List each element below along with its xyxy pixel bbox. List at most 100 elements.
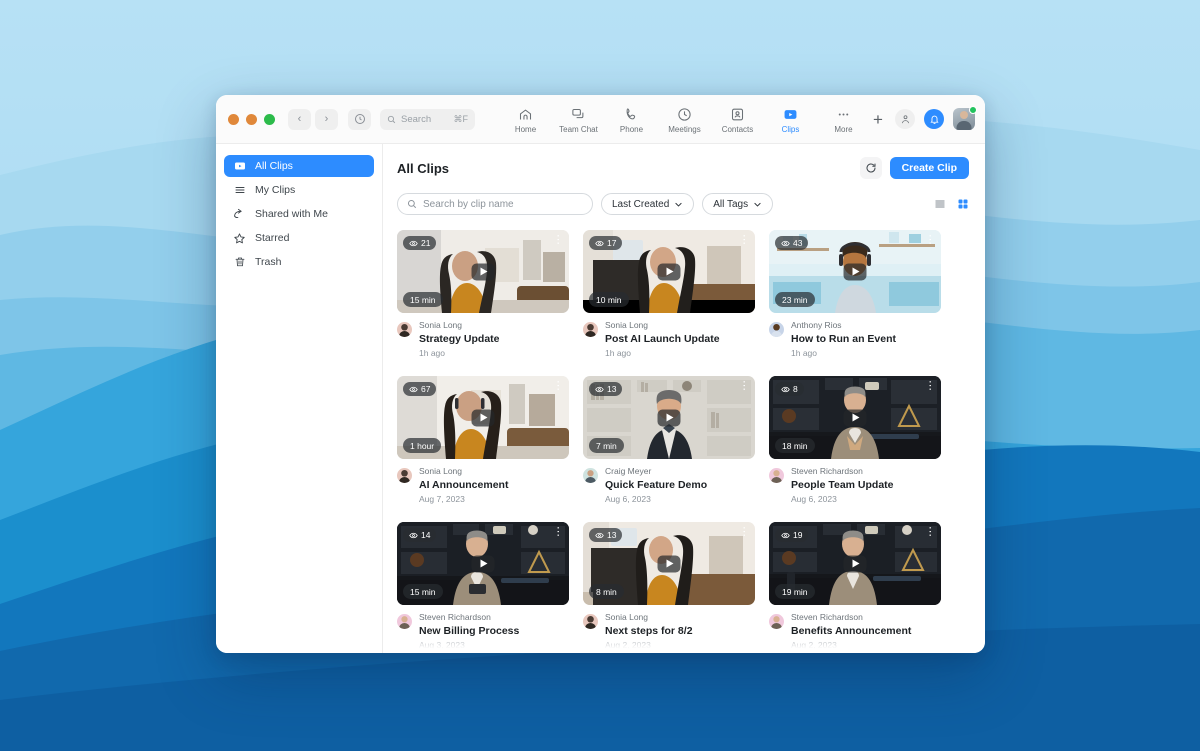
tab-clips[interactable]: Clips <box>764 105 817 134</box>
clip-title[interactable]: Post AI Launch Update <box>605 332 720 346</box>
clip-title[interactable]: Strategy Update <box>419 332 500 346</box>
author-avatar <box>583 322 598 337</box>
clip-card[interactable]: 17 10 min ⋯ Sonia Long Post AI Launch Up… <box>583 230 755 359</box>
list-view-toggle[interactable] <box>934 198 946 210</box>
tab-team-chat[interactable]: Team Chat <box>552 105 605 134</box>
play-button[interactable] <box>658 263 681 280</box>
clip-title[interactable]: Next steps for 8/2 <box>605 624 693 638</box>
clip-menu-button[interactable]: ⋯ <box>739 380 749 391</box>
sort-dropdown[interactable]: Last Created <box>601 193 694 215</box>
clip-menu-button[interactable]: ⋯ <box>925 380 935 391</box>
tab-phone[interactable]: Phone <box>605 105 658 134</box>
play-button[interactable] <box>472 555 495 572</box>
main-nav-tabs[interactable]: Home Team Chat Phone <box>499 105 870 134</box>
sidebar-item-my-clips[interactable]: My Clips <box>224 179 374 201</box>
clip-menu-button[interactable]: ⋯ <box>925 526 935 537</box>
create-clip-button[interactable]: Create Clip <box>890 157 969 179</box>
play-button[interactable] <box>658 409 681 426</box>
add-button[interactable]: + <box>870 111 886 128</box>
clip-menu-button[interactable]: ⋯ <box>553 380 563 391</box>
tab-more[interactable]: More <box>817 105 870 134</box>
tab-meetings-label: Meetings <box>668 125 700 134</box>
clip-title[interactable]: AI Announcement <box>419 478 508 492</box>
play-button[interactable] <box>844 555 867 572</box>
clip-author: Craig Meyer <box>605 466 707 477</box>
duration-badge: 1 hour <box>403 438 441 453</box>
sidebar-item-shared-with-me[interactable]: Shared with Me <box>224 203 374 225</box>
clip-thumbnail[interactable]: 67 1 hour ⋯ <box>397 376 569 459</box>
duration-badge: 10 min <box>589 292 629 307</box>
author-avatar <box>769 468 784 483</box>
clip-card[interactable]: 13 8 min ⋯ Sonia Long Next steps for 8/2 <box>583 522 755 651</box>
clip-card[interactable]: 67 1 hour ⋯ Sonia Long AI Announcement <box>397 376 569 505</box>
sidebar-item-all-clips[interactable]: All Clips <box>224 155 374 177</box>
clip-meta: Sonia Long AI Announcement Aug 7, 2023 <box>397 466 569 505</box>
clip-thumbnail[interactable]: 43 23 min ⋯ <box>769 230 941 313</box>
grid-view-toggle[interactable] <box>957 198 969 210</box>
clip-meta: Craig Meyer Quick Feature Demo Aug 6, 20… <box>583 466 755 505</box>
ai-companion-button[interactable] <box>895 109 915 129</box>
close-window-button[interactable] <box>228 114 239 125</box>
clip-menu-button[interactable]: ⋯ <box>739 526 749 537</box>
search-shortcut: ⌘F <box>453 114 468 125</box>
play-triangle-icon <box>481 268 488 276</box>
tags-dropdown[interactable]: All Tags <box>702 193 773 215</box>
play-button[interactable] <box>844 263 867 280</box>
clip-date: 1h ago <box>605 347 720 359</box>
maximize-window-button[interactable] <box>264 114 275 125</box>
clip-thumbnail[interactable]: 13 8 min ⋯ <box>583 522 755 605</box>
view-count-badge: 14 <box>403 528 436 542</box>
clip-menu-button[interactable]: ⋯ <box>739 234 749 245</box>
sort-dropdown-label: Last Created <box>612 199 669 210</box>
play-button[interactable] <box>472 409 495 426</box>
clip-thumbnail[interactable]: 13 7 min ⋯ <box>583 376 755 459</box>
clip-card[interactable]: 13 7 min ⋯ Craig Meyer Quick Feature Dem… <box>583 376 755 505</box>
clip-menu-button[interactable]: ⋯ <box>925 234 935 245</box>
clip-card[interactable]: 21 15 min ⋯ Sonia Long <box>397 230 569 359</box>
app-body: All Clips My Clips Shared with Me <box>216 144 985 653</box>
tab-home[interactable]: Home <box>499 105 552 134</box>
clip-card[interactable]: 14 15 min ⋯ Steven Richardson New Billin… <box>397 522 569 651</box>
play-button[interactable] <box>844 409 867 426</box>
clip-card[interactable]: 8 18 min ⋯ Steven Richardson People Team… <box>769 376 941 505</box>
clip-search-input[interactable]: Search by clip name <box>397 193 593 215</box>
clip-author: Sonia Long <box>605 612 693 623</box>
play-button[interactable] <box>472 263 495 280</box>
forward-button[interactable]: › <box>315 109 338 130</box>
back-button[interactable]: ‹ <box>288 109 311 130</box>
clip-date: 1h ago <box>419 347 500 359</box>
user-avatar[interactable] <box>953 108 975 130</box>
history-button[interactable] <box>348 109 371 130</box>
clip-menu-button[interactable]: ⋯ <box>553 234 563 245</box>
tab-contacts[interactable]: Contacts <box>711 105 764 134</box>
view-count-badge: 17 <box>589 236 622 250</box>
tab-clips-label: Clips <box>782 125 800 134</box>
clip-thumbnail[interactable]: 14 15 min ⋯ <box>397 522 569 605</box>
notifications-button[interactable] <box>924 109 944 129</box>
sidebar-item-trash[interactable]: Trash <box>224 251 374 273</box>
clip-card[interactable]: 43 23 min ⋯ Anthony Rios How to Run an E… <box>769 230 941 359</box>
clip-title[interactable]: Benefits Announcement <box>791 624 911 638</box>
clip-card[interactable]: 19 19 min ⋯ Steven Richardson Benefits A… <box>769 522 941 651</box>
clip-thumbnail[interactable]: 17 10 min ⋯ <box>583 230 755 313</box>
play-button[interactable] <box>658 555 681 572</box>
clip-title[interactable]: People Team Update <box>791 478 894 492</box>
clip-title[interactable]: How to Run an Event <box>791 332 896 346</box>
clip-thumbnail[interactable]: 8 18 min ⋯ <box>769 376 941 459</box>
sidebar-item-starred[interactable]: Starred <box>224 227 374 249</box>
eye-icon <box>781 239 790 248</box>
clip-thumbnail[interactable]: 19 19 min ⋯ <box>769 522 941 605</box>
tab-meetings[interactable]: Meetings <box>658 105 711 134</box>
chat-bubbles-icon <box>571 107 586 123</box>
traffic-lights[interactable] <box>228 114 275 125</box>
chevron-right-icon: › <box>325 113 329 125</box>
minimize-window-button[interactable] <box>246 114 257 125</box>
play-triangle-icon <box>481 560 488 568</box>
clip-menu-button[interactable]: ⋯ <box>553 526 563 537</box>
refresh-button[interactable] <box>860 157 882 179</box>
clip-title[interactable]: Quick Feature Demo <box>605 478 707 492</box>
clip-title[interactable]: New Billing Process <box>419 624 519 638</box>
global-search-field[interactable]: Search ⌘F <box>380 109 475 130</box>
clip-date: Aug 6, 2023 <box>605 493 707 505</box>
clip-thumbnail[interactable]: 21 15 min ⋯ <box>397 230 569 313</box>
